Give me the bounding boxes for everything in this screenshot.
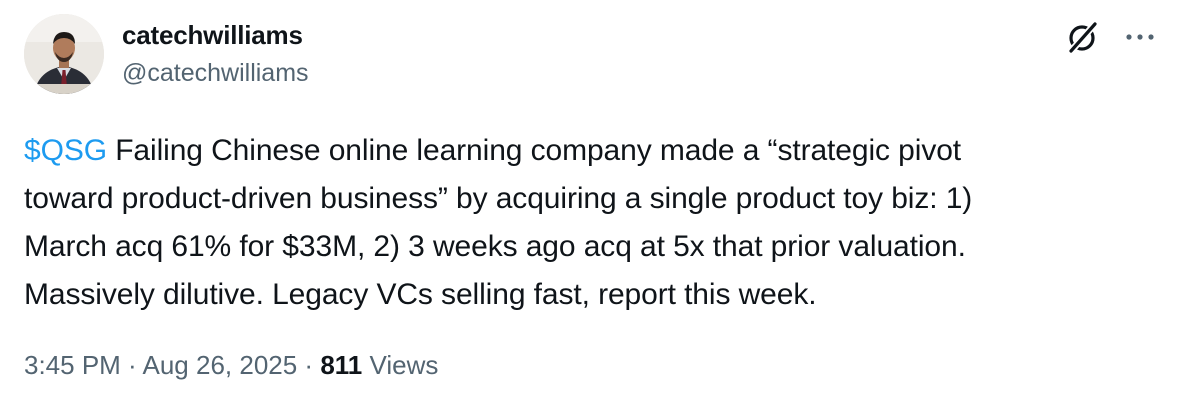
more-options-button[interactable]	[1120, 18, 1160, 56]
tweet-line-2: toward product-driven business” by acqui…	[24, 182, 973, 215]
tweet-line-4: Massively dilutive. Legacy VCs selling f…	[24, 278, 817, 311]
cashtag-link[interactable]: $QSG	[24, 134, 107, 167]
avatar-photo	[24, 14, 104, 94]
tweet-line-1: $QSG Failing Chinese online learning com…	[24, 127, 1164, 175]
author-display-name[interactable]: catechwilliams	[122, 20, 303, 51]
grok-button[interactable]	[1064, 18, 1102, 56]
avatar[interactable]	[24, 14, 104, 94]
tweet-text: $QSG Failing Chinese online learning com…	[24, 127, 1164, 319]
tweet-timestamp-date[interactable]: Aug 26, 2025	[143, 350, 298, 380]
tweet-timestamp-time[interactable]: 3:45 PM	[24, 350, 121, 380]
tweet-card: catechwilliams @catechwilliams $QSG Fail…	[0, 0, 1184, 406]
meta-separator: ·	[297, 350, 321, 380]
tweet-metadata: 3:45 PM · Aug 26, 2025 · 811 Views	[24, 350, 438, 381]
author-handle[interactable]: @catechwilliams	[122, 59, 309, 88]
tweet-line-text: Failing Chinese online learning company …	[106, 134, 962, 167]
more-horizontal-icon	[1126, 34, 1154, 40]
views-label: Views	[362, 350, 439, 380]
tweet-line-3: March acq 61% for $33M, 2) 3 weeks ago a…	[24, 230, 966, 263]
meta-separator: ·	[120, 350, 143, 380]
views-count: 811	[320, 350, 363, 380]
grok-icon	[1069, 22, 1097, 53]
